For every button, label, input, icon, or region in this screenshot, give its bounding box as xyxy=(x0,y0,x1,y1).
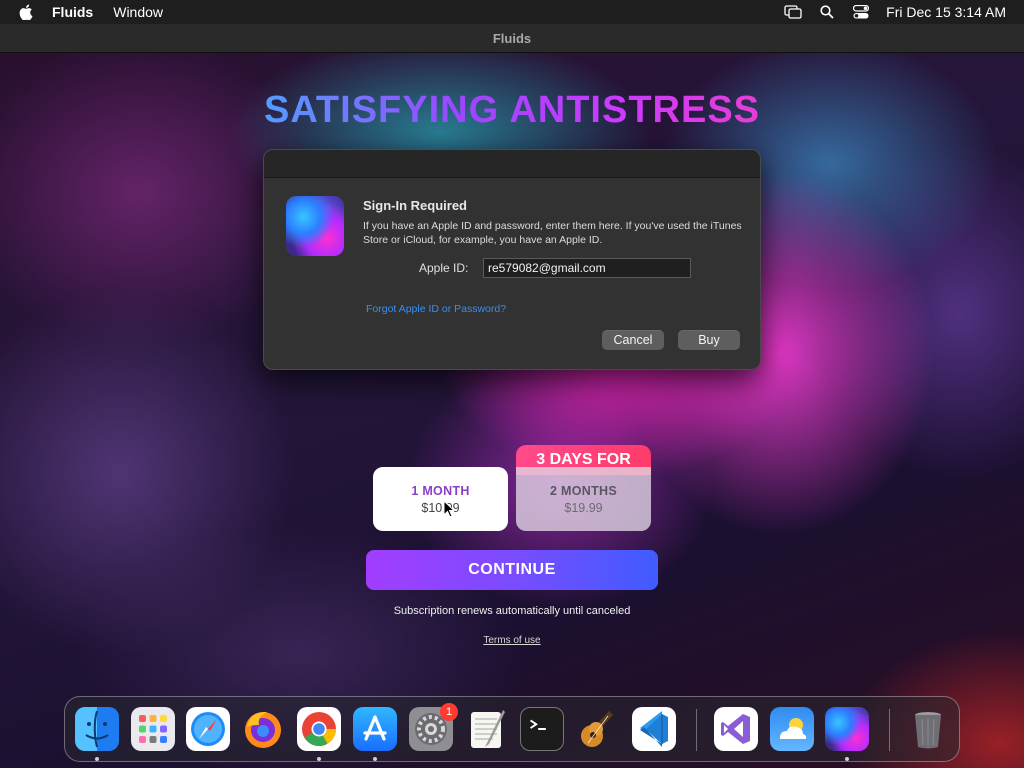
menu-window[interactable]: Window xyxy=(103,0,173,24)
control-center-icon[interactable] xyxy=(844,0,878,24)
dialog-message: If you have an Apple ID and password, en… xyxy=(363,220,742,246)
trash-icon[interactable] xyxy=(906,707,950,751)
sign-in-dialog: Sign-In Required If you have an Apple ID… xyxy=(263,149,761,370)
fluids-running-indicator xyxy=(845,757,849,761)
chrome-running-indicator xyxy=(317,757,321,761)
fluids-app-icon xyxy=(286,196,344,256)
system-settings-notification-badge: 1 xyxy=(440,703,458,721)
menu-bar: Fluids Window Fri Dec 15 3:14 AM xyxy=(0,0,1024,24)
plan-price: $19.99 xyxy=(564,500,603,515)
mouse-cursor-icon xyxy=(443,500,455,518)
continue-button[interactable]: CONTINUE xyxy=(366,550,658,590)
finder-running-indicator xyxy=(95,757,99,761)
apple-menu-icon[interactable] xyxy=(0,0,52,24)
forgot-apple-id-link[interactable]: Forgot Apple ID or Password? xyxy=(366,303,506,315)
headline: SATISFYING ANTISTRESS xyxy=(0,89,1024,132)
vscode-icon[interactable] xyxy=(632,707,676,751)
launchpad-icon[interactable] xyxy=(131,707,175,751)
dock-separator xyxy=(696,709,697,751)
garageband-icon[interactable] xyxy=(576,707,620,751)
apple-id-field[interactable] xyxy=(483,258,691,278)
terms-of-use-link[interactable]: Terms of use xyxy=(483,635,540,646)
apple-id-label: Apple ID: xyxy=(419,261,469,275)
visual-studio-icon[interactable] xyxy=(714,707,758,751)
terminal-icon[interactable] xyxy=(520,707,564,751)
app-content: SATISFYING ANTISTRESS Sign-In Required I… xyxy=(0,53,1024,768)
renewal-notice: Subscription renews automatically until … xyxy=(393,605,631,617)
dialog-title: Sign-In Required xyxy=(363,198,467,213)
plan-name: 1 MONTH xyxy=(411,483,470,498)
plan-name: 2 MONTHS xyxy=(550,483,617,498)
weather-icon[interactable] xyxy=(770,707,814,751)
app-store-running-indicator xyxy=(373,757,377,761)
textedit-icon[interactable] xyxy=(465,707,509,751)
finder-icon[interactable] xyxy=(75,707,119,751)
firefox-icon[interactable] xyxy=(241,707,285,751)
window-title: Fluids xyxy=(492,30,532,46)
app-store-icon[interactable] xyxy=(353,707,397,751)
window-title-bar: Fluids xyxy=(0,24,1024,53)
buy-button[interactable]: Buy xyxy=(678,330,740,350)
menu-app-name[interactable]: Fluids xyxy=(52,0,103,24)
safari-icon[interactable] xyxy=(186,707,230,751)
menu-bar-clock[interactable]: Fri Dec 15 3:14 AM xyxy=(878,4,1024,20)
fluids-app-dock-icon[interactable] xyxy=(825,707,869,751)
dock-separator xyxy=(889,709,890,751)
spotlight-search-icon[interactable] xyxy=(810,0,844,24)
dialog-title-bar xyxy=(264,150,760,178)
cancel-button[interactable]: Cancel xyxy=(602,330,664,350)
plan-option-2-months[interactable]: 2 MONTHS $19.99 xyxy=(516,467,651,531)
chrome-icon[interactable] xyxy=(297,707,341,751)
dock xyxy=(64,696,960,762)
plan-option-1-month[interactable]: 1 MONTH $10.99 xyxy=(373,467,508,531)
screen-mirroring-icon[interactable] xyxy=(776,0,810,24)
